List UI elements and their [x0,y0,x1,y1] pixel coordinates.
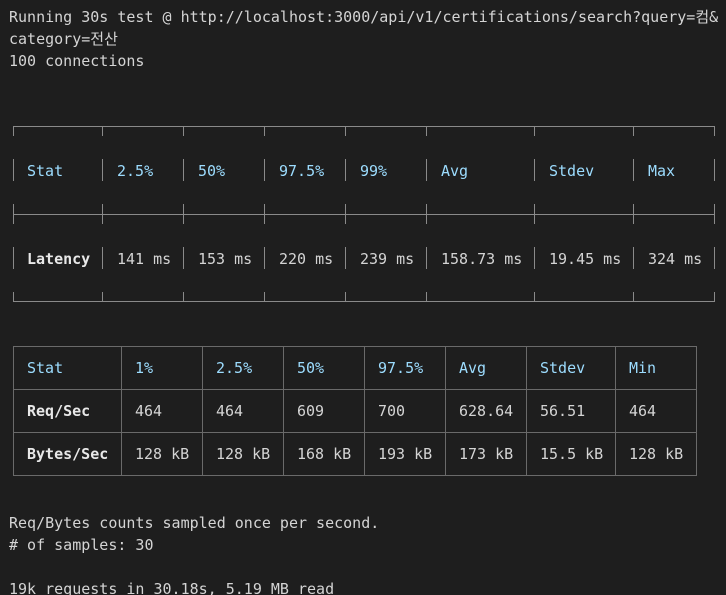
table-cell: 128 kB [202,432,284,476]
summary-line: 19k requests in 30.18s, 5.19 MB read [9,580,335,595]
command-line: Running 30s test @ http://localhost:3000… [9,8,719,26]
latency-header-stdev: Stdev [549,162,595,180]
sampling-note: Req/Bytes counts sampled once per second… [9,514,380,532]
command-line-continued: category=전산 [9,30,118,48]
latency-p50-value: 153 ms [198,250,253,268]
latency-p99-value: 239 ms [360,250,415,268]
table-header-cell: 97.5% [364,346,446,390]
latency-stdev-value: 19.45 ms [549,250,622,268]
row-label-bytes-sec: Bytes/Sec [13,432,122,476]
row-label-req-sec: Req/Sec [13,389,122,433]
table-header-cell: Min [615,346,697,390]
latency-avg-value: 158.73 ms [441,250,523,268]
table-cell: 193 kB [364,432,446,476]
connections-line: 100 connections [9,52,145,70]
latency-header-p97-5: 97.5% [279,162,325,180]
table-cell: 15.5 kB [526,432,616,476]
table-header-cell: 1% [121,346,203,390]
table-cell: 128 kB [615,432,697,476]
table-cell: 56.51 [526,389,616,433]
table-cell: 464 [615,389,697,433]
table-cell: 464 [202,389,284,433]
table-cell: 173 kB [445,432,527,476]
table-header-row: Stat 1% 2.5% 50% 97.5% Avg Stdev Min [13,346,697,390]
table-header-cell: Avg [445,346,527,390]
table-header-cell: Stdev [526,346,616,390]
latency-header-p99: 99% [360,162,388,180]
table-cell: 464 [121,389,203,433]
latency-p97-5-value: 220 ms [279,250,334,268]
table-header-cell: 50% [283,346,365,390]
table-row: Req/Sec 464 464 609 700 628.64 56.51 464 [13,389,697,433]
latency-header-p50: 50% [198,162,226,180]
table-cell: 168 kB [283,432,365,476]
latency-header-p2-5: 2.5% [117,162,154,180]
latency-header-max: Max [648,162,676,180]
table-cell: 700 [364,389,446,433]
table-cell: 609 [283,389,365,433]
table-cell: 128 kB [121,432,203,476]
table-header-cell: 2.5% [202,346,284,390]
table-row: Bytes/Sec 128 kB 128 kB 168 kB 193 kB 17… [13,432,697,476]
latency-header-avg: Avg [441,162,469,180]
latency-p2-5-value: 141 ms [117,250,172,268]
latency-table-frame [13,126,715,302]
latency-header-stat: Stat [27,162,64,180]
samples-count: # of samples: 30 [9,536,154,554]
latency-max-value: 324 ms [648,250,703,268]
table-cell: 628.64 [445,389,527,433]
latency-row-label: Latency [27,250,91,268]
throughput-table: Stat 1% 2.5% 50% 97.5% Avg Stdev Min Req… [13,346,697,476]
table-header-cell: Stat [13,346,122,390]
